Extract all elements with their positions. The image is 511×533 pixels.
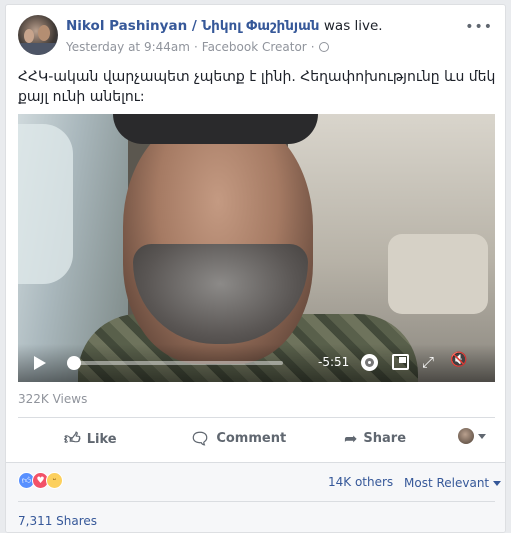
- meta-separator: ·: [193, 40, 198, 54]
- comment-label: Comment: [216, 431, 287, 446]
- live-status: was live.: [323, 18, 383, 34]
- video-frame-cap: [113, 114, 318, 144]
- viewer-identity-switch[interactable]: [458, 428, 486, 444]
- video-controls: -5:51 ⤢ 🔇: [18, 344, 495, 382]
- share-arrow-icon: ➦: [344, 429, 358, 448]
- haha-reaction-icon: ᵕ: [46, 472, 63, 489]
- volume-muted-icon[interactable]: 🔇: [450, 352, 467, 368]
- video-frame-window-glass: [18, 124, 73, 284]
- settings-gear-icon[interactable]: [361, 354, 378, 371]
- post-source[interactable]: Facebook Creator: [202, 40, 307, 54]
- like-button[interactable]: 👍︎ Like: [64, 429, 117, 449]
- view-count: 322K Views: [18, 392, 88, 406]
- author-avatar[interactable]: [18, 15, 58, 55]
- shares-count[interactable]: 7,311 Shares: [18, 514, 97, 528]
- sort-comments-dropdown[interactable]: Most Relevant: [404, 476, 502, 490]
- divider: [18, 501, 495, 502]
- fullscreen-icon[interactable]: ⤢: [422, 353, 434, 371]
- comment-button[interactable]: 🗨︎ Comment: [190, 429, 286, 448]
- viewer-avatar: [458, 428, 474, 444]
- share-button[interactable]: ➦ Share: [344, 429, 406, 448]
- time-remaining: -5:51: [318, 355, 350, 369]
- post-meta: Yesterday at 9:44am · Facebook Creator ·: [66, 40, 329, 54]
- meta-separator: ·: [310, 40, 315, 54]
- post-footer: 👍︎ ♥ ᵕ 14K others Most Relevant 7,311 Sh…: [6, 462, 505, 532]
- divider: [18, 417, 495, 418]
- share-label: Share: [363, 431, 407, 446]
- reactions-count[interactable]: 14K others: [328, 475, 393, 489]
- video-player[interactable]: -5:51 ⤢ 🔇: [18, 114, 495, 382]
- action-bar: 👍︎ Like 🗨︎ Comment ➦ Share: [18, 425, 495, 453]
- caret-down-icon: [478, 433, 486, 439]
- post-text: ՀՀԿ-ական վարչապետ չպետք է լինի. Հեղափոխո…: [18, 69, 496, 105]
- author-name-link[interactable]: Nikol Pashinyan / Նիկոլ Փաշինյան: [66, 18, 319, 34]
- video-frame-headrest: [388, 234, 488, 314]
- more-options-icon[interactable]: •••: [465, 19, 493, 35]
- reaction-icons[interactable]: 👍︎ ♥ ᵕ: [18, 472, 63, 489]
- globe-icon[interactable]: [318, 42, 329, 52]
- thumbs-up-icon: 👍︎: [64, 429, 81, 448]
- sort-label: Most Relevant: [404, 476, 490, 490]
- post-card: Nikol Pashinyan / Նիկոլ Փաշինյան was liv…: [5, 4, 506, 533]
- scrubber-handle[interactable]: [67, 356, 82, 370]
- comment-bubble-icon: 🗨︎: [190, 429, 211, 448]
- video-scrubber[interactable]: [67, 356, 283, 370]
- post-header: Nikol Pashinyan / Նիկոլ Փաշինյան was liv…: [66, 18, 383, 34]
- picture-in-picture-icon[interactable]: [392, 354, 409, 370]
- play-icon[interactable]: [34, 356, 46, 370]
- post-timestamp[interactable]: Yesterday at 9:44am: [66, 40, 190, 54]
- caret-down-icon: [493, 480, 502, 486]
- like-label: Like: [86, 431, 117, 447]
